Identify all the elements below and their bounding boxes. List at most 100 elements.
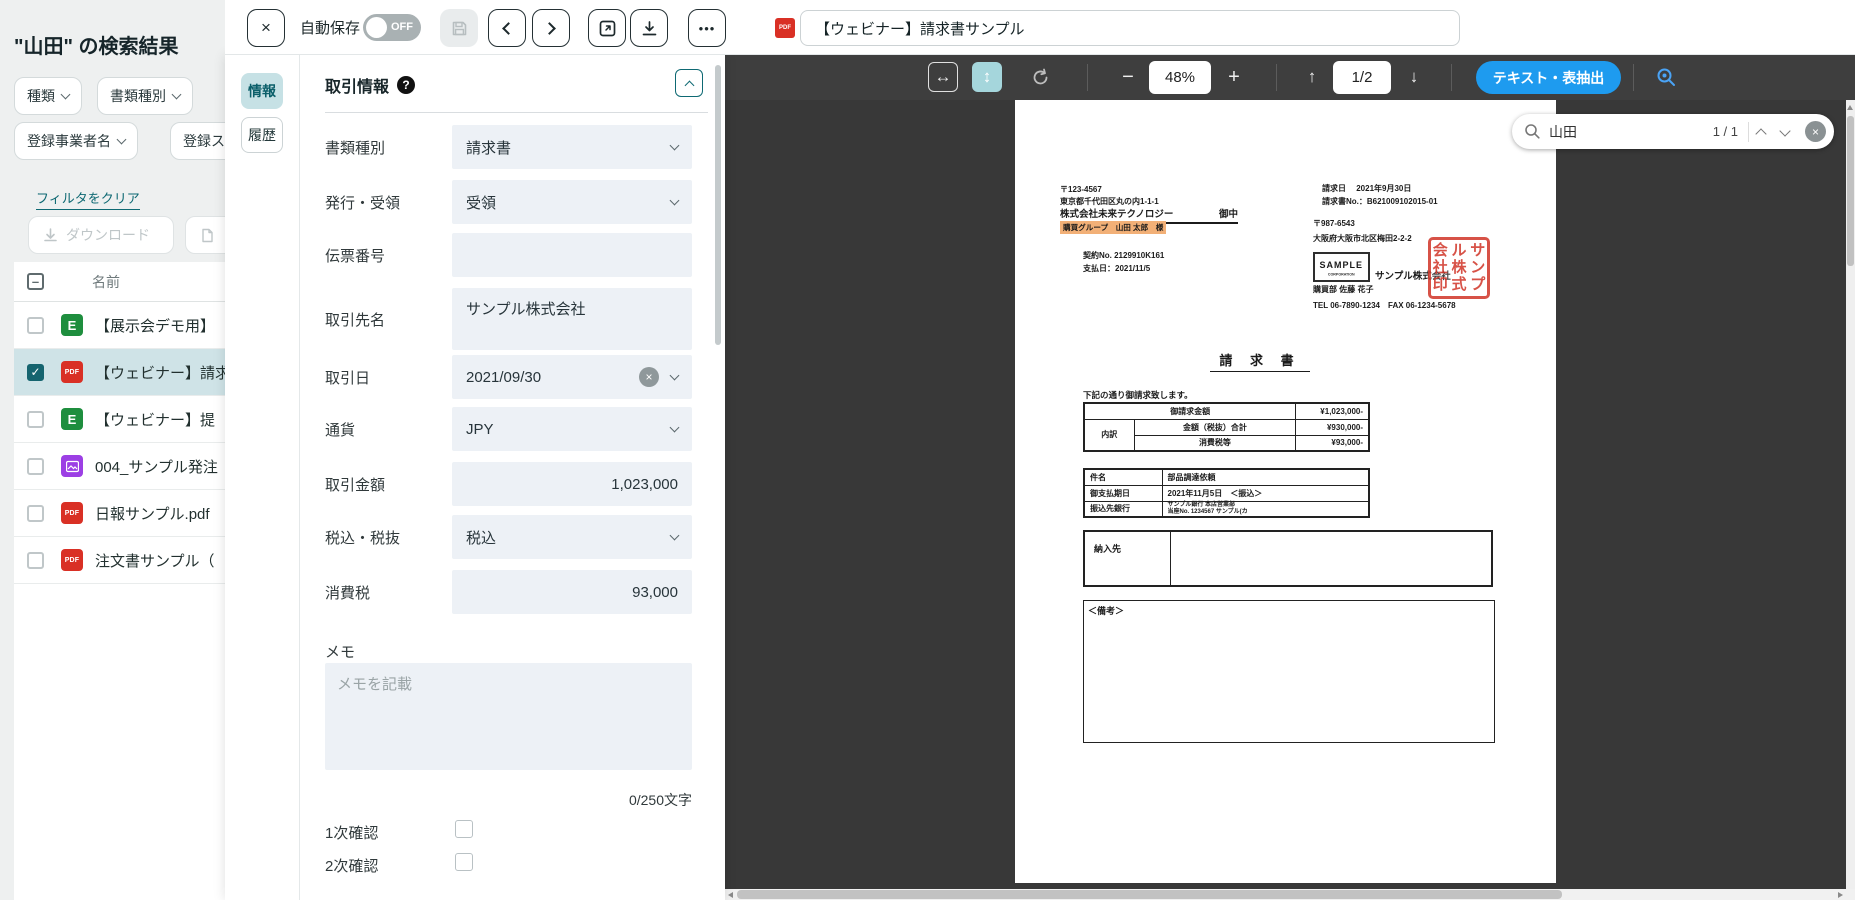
memo-character-count: 0/250文字 (629, 790, 692, 810)
row-checkbox[interactable] (27, 317, 44, 334)
detail-subject-label: 件名 (1084, 469, 1162, 485)
zoom-in-button[interactable]: + (1221, 62, 1247, 92)
pdf-file-icon: PDF (61, 549, 83, 571)
clear-filters-link[interactable]: フィルタをクリア (36, 188, 140, 210)
currency-value: JPY (466, 421, 671, 438)
download-icon (43, 228, 58, 243)
second-check-checkbox[interactable] (455, 853, 473, 871)
chevron-up-icon (684, 80, 694, 90)
invoice-bill-date: 請求日 2021年9月30日 (1322, 183, 1411, 194)
file-name: 【ウェビナー】提 (95, 409, 215, 430)
memo-textarea[interactable]: メモを記載 (325, 663, 692, 770)
first-check-checkbox[interactable] (455, 820, 473, 838)
list-item[interactable]: ✓ PDF 【ウェビナー】請求書サンプル (14, 349, 225, 396)
search-query-input[interactable] (1549, 124, 1713, 140)
chevron-down-icon (670, 196, 680, 206)
chevron-right-icon (543, 22, 556, 35)
counterparty-input[interactable]: サンプル株式会社 (452, 288, 692, 350)
close-search-button[interactable]: × (1805, 121, 1826, 142)
previous-page-button[interactable]: ↑ (1299, 62, 1325, 92)
row-checkbox[interactable] (27, 505, 44, 522)
close-button[interactable]: × (247, 9, 285, 47)
filter-chip-registered-business[interactable]: 登録事業者名 (14, 122, 138, 160)
row-checkbox[interactable]: ✓ (27, 364, 44, 381)
collapse-section-button[interactable] (675, 69, 703, 97)
currency-select[interactable]: JPY (452, 407, 692, 451)
download-button-label: ダウンロード (66, 225, 150, 245)
filter-chip-registered-status[interactable]: 登録ステータス (170, 122, 225, 160)
amount-input[interactable]: 1,023,000 (452, 462, 692, 506)
tab-info[interactable]: 情報 (241, 73, 283, 109)
text-table-extract-button[interactable]: テキスト・表抽出 (1476, 61, 1621, 94)
document-title-input[interactable] (800, 10, 1460, 46)
filter-chip-doc-type[interactable]: 書類種別 (97, 77, 193, 115)
secondary-action-button[interactable] (185, 216, 225, 254)
consumption-tax-input[interactable]: 93,000 (452, 570, 692, 614)
horizontal-scroll-thumb[interactable] (737, 890, 1562, 899)
autosave-toggle[interactable]: OFF (363, 14, 421, 41)
previous-match-button[interactable] (1755, 128, 1766, 139)
scroll-left-arrow[interactable] (728, 892, 733, 898)
scroll-up-arrow[interactable] (1847, 105, 1853, 110)
list-item[interactable]: PDF 日報サンプル.pdf (14, 490, 225, 537)
previous-document-button[interactable] (488, 9, 526, 47)
row-checkbox[interactable] (27, 411, 44, 428)
search-results-panel: "山田" の検索結果 種類 書類種別 登録事業者名 登録ステータス フィルタをク… (0, 0, 225, 900)
next-match-button[interactable] (1779, 125, 1790, 136)
fit-width-button[interactable]: ↔ (928, 62, 958, 92)
chevron-left-icon (502, 22, 515, 35)
issue-receive-select[interactable]: 受領 (452, 180, 692, 224)
viewer-search-button[interactable] (1655, 66, 1677, 93)
panel-scrollbar[interactable] (715, 65, 721, 345)
tax-mode-select[interactable]: 税込 (452, 515, 692, 559)
vertical-scroll-thumb[interactable] (1847, 116, 1854, 266)
next-document-button[interactable] (532, 9, 570, 47)
invoice-contract-no: 契約No. 2129910K161 (1083, 250, 1164, 261)
invoice-to-honorific: 御中 (1219, 206, 1238, 220)
zoom-level-display[interactable]: 48% (1149, 61, 1211, 94)
rotate-button[interactable] (1025, 62, 1055, 92)
doc-type-select[interactable]: 請求書 (452, 125, 692, 169)
download-document-button[interactable] (630, 9, 668, 47)
scroll-right-arrow[interactable] (1838, 892, 1843, 898)
logo-subtext: CORPORATION (1328, 273, 1355, 277)
detail-bank-line2: 当座No. 1234567 サンプル(カ (1168, 509, 1364, 516)
excel-file-icon: E (61, 408, 83, 430)
invoice-title: 請 求 書 (1210, 350, 1310, 372)
field-label-counterparty: 取引先名 (325, 297, 385, 341)
list-item[interactable]: E 【ウェビナー】提 (14, 396, 225, 443)
first-check-label: 1次確認 (325, 822, 378, 843)
download-button[interactable]: ダウンロード (28, 216, 174, 254)
page-indicator[interactable]: 1/2 (1333, 61, 1391, 94)
next-page-button[interactable]: ↓ (1401, 62, 1427, 92)
list-item[interactable]: E 【展示会デモ用】 (14, 302, 225, 349)
summary-total-value: ¥1,023,000- (1296, 403, 1369, 419)
save-icon (451, 20, 468, 37)
divider (1451, 64, 1452, 91)
save-button[interactable] (440, 9, 478, 47)
issue-receive-value: 受領 (466, 192, 671, 213)
more-options-button[interactable]: ••• (688, 9, 726, 47)
tab-history[interactable]: 履歴 (241, 117, 283, 153)
row-checkbox[interactable] (27, 552, 44, 569)
zoom-out-button[interactable]: − (1115, 62, 1141, 92)
row-checkbox[interactable] (27, 458, 44, 475)
field-label-consumption-tax: 消費税 (325, 570, 370, 614)
filter-chip-type[interactable]: 種類 (14, 77, 82, 115)
invoice-from-person: 購買部 佐藤 花子 (1313, 284, 1373, 295)
counterparty-value: サンプル株式会社 (466, 298, 678, 319)
clear-date-button[interactable]: × (639, 367, 659, 387)
divider (1276, 64, 1277, 91)
expand-button[interactable] (588, 9, 626, 47)
select-all-checkbox[interactable]: – (27, 273, 44, 290)
tax-mode-value: 税込 (466, 527, 671, 548)
list-item[interactable]: 004_サンプル発注 (14, 443, 225, 490)
help-icon[interactable]: ? (397, 76, 415, 94)
horizontal-scrollbar[interactable] (725, 889, 1855, 900)
search-icon (1524, 123, 1541, 140)
transaction-date-picker[interactable]: 2021/09/30 × (452, 355, 692, 399)
fit-height-button[interactable]: ↕ (972, 62, 1002, 92)
vertical-scrollbar[interactable] (1846, 100, 1855, 889)
list-item[interactable]: PDF 注文書サンプル（ (14, 537, 225, 584)
slip-number-input[interactable] (452, 233, 692, 277)
